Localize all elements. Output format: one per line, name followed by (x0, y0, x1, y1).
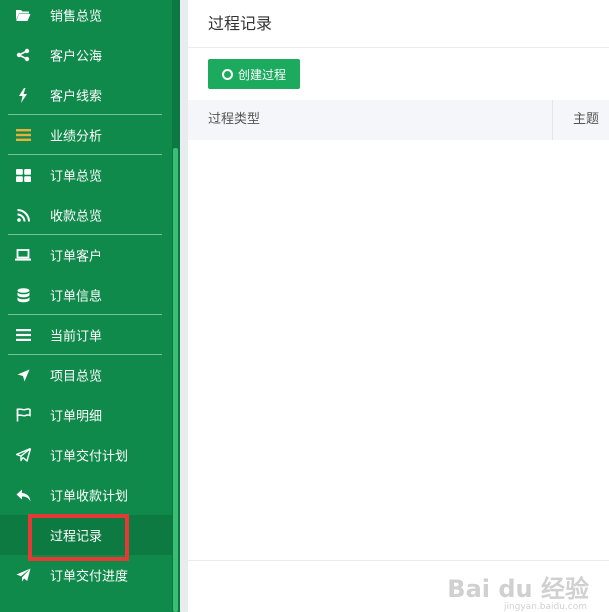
page-title: 过程记录 (208, 14, 273, 33)
column-header-subject[interactable]: 主题 (573, 100, 599, 140)
sidebar-item-label: 订单交付计划 (50, 449, 129, 465)
column-divider (552, 100, 553, 140)
grid-icon (14, 166, 32, 184)
sidebar-item-order-customer[interactable]: 订单客户 (0, 235, 172, 275)
sidebar-item-label: 当前订单 (50, 329, 103, 345)
sidebar-item-label: 订单总览 (50, 169, 103, 185)
database-icon (14, 286, 32, 304)
location-arrow-icon (14, 366, 32, 384)
sidebar: 销售总览 客户公海 客户线索 业绩分析 订单总览 收款总览 订单客户 订单信息 … (0, 0, 172, 612)
flag-icon (14, 406, 32, 424)
sidebar-item-sales-overview[interactable]: 销售总览 (0, 0, 172, 35)
sidebar-item-delivery-progress[interactable]: 订单交付进度 (0, 555, 172, 595)
sidebar-item-customer-leads[interactable]: 客户线索 (0, 75, 172, 115)
sidebar-item-project-overview[interactable]: 项目总览 (0, 355, 172, 395)
laptop-icon (14, 246, 32, 264)
sidebar-item-current-orders[interactable]: 当前订单 (0, 315, 172, 355)
sidebar-item-process-records[interactable]: 过程记录 (0, 515, 172, 555)
sidebar-item-order-detail[interactable]: 订单明细 (0, 395, 172, 435)
rss-icon (14, 206, 32, 224)
create-process-button[interactable]: 创建过程 (208, 59, 300, 89)
sidebar-item-delivery-plan[interactable]: 订单交付计划 (0, 435, 172, 475)
table-bottom-border (188, 560, 609, 561)
divider (188, 47, 609, 48)
sidebar-item-label: 收款总览 (50, 209, 103, 225)
list-icon (14, 326, 32, 344)
sidebar-item-order-overview[interactable]: 订单总览 (0, 155, 172, 195)
sidebar-item-performance-analysis[interactable]: 业绩分析 (0, 115, 172, 155)
sidebar-item-payment-overview[interactable]: 收款总览 (0, 195, 172, 235)
sidebar-item-payment-plan[interactable]: 订单收款计划 (0, 475, 172, 515)
main-content: 过程记录 创建过程 过程类型 主题 Bai du 经验 jingyan.baid… (188, 0, 609, 612)
sidebar-item-label: 过程记录 (50, 529, 103, 545)
watermark-logo: Bai du 经验 (447, 575, 589, 603)
sidebar-item-label: 项目总览 (50, 369, 103, 385)
sidebar-item-label: 销售总览 (50, 9, 103, 25)
sidebar-item-label: 订单客户 (50, 249, 103, 265)
sidebar-item-label: 订单交付进度 (50, 569, 129, 585)
layout-gutter (180, 0, 188, 612)
sidebar-item-customer-pool[interactable]: 客户公海 (0, 35, 172, 75)
circle-icon (221, 68, 233, 80)
watermark-url: jingyan.baidu.com (503, 602, 587, 612)
reply-icon (14, 486, 32, 504)
bars-icon (14, 126, 32, 144)
bolt-icon (14, 86, 32, 104)
sidebar-item-label: 客户公海 (50, 49, 103, 65)
sidebar-item-order-info[interactable]: 订单信息 (0, 275, 172, 315)
sidebar-item-label: 业绩分析 (50, 129, 103, 145)
sidebar-item-label: 客户线索 (50, 89, 103, 105)
column-header-process-type[interactable]: 过程类型 (208, 100, 260, 140)
sidebar-item-label: 订单信息 (50, 289, 103, 305)
paper-plane-outline-icon (14, 446, 32, 464)
paper-plane-icon (14, 566, 32, 584)
sidebar-item-label: 订单收款计划 (50, 489, 129, 505)
sidebar-scrollbar-thumb[interactable] (173, 148, 178, 612)
create-process-label: 创建过程 (237, 67, 286, 82)
table-header: 过程类型 主题 (188, 100, 609, 140)
share-icon (14, 46, 32, 64)
folder-open-icon (14, 6, 32, 24)
sidebar-item-label: 订单明细 (50, 409, 103, 425)
